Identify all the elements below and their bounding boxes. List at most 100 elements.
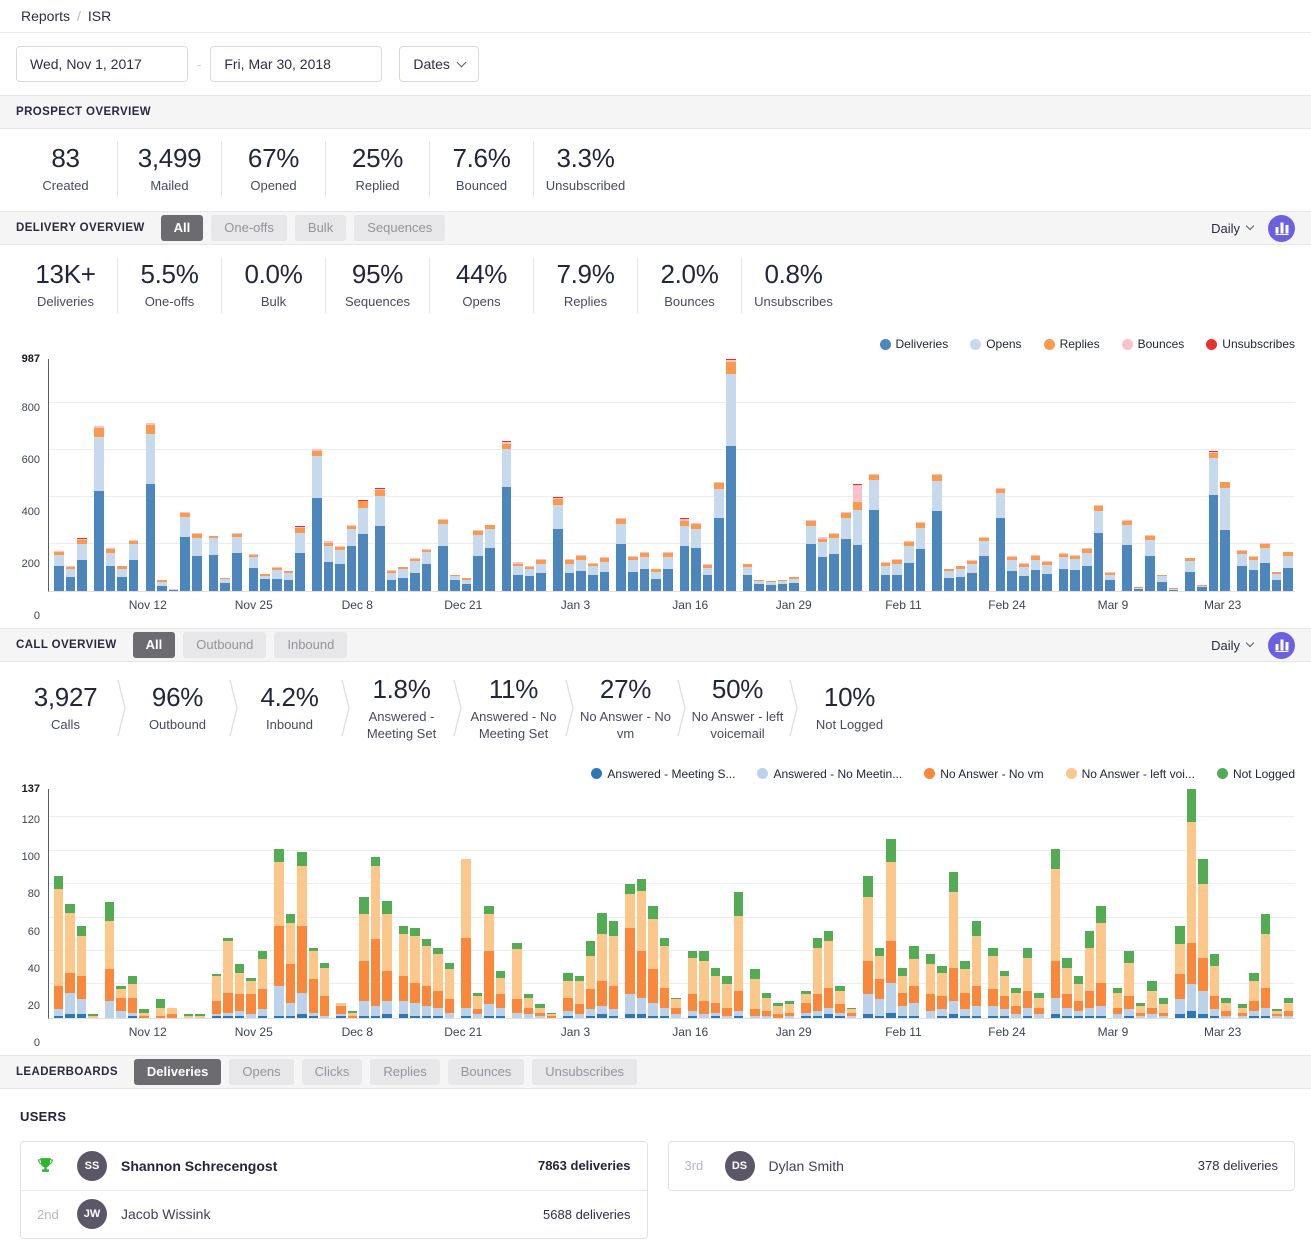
stacked-bar[interactable] (1011, 789, 1020, 1018)
leaderboard-tab-clicks[interactable]: Clicks (302, 1059, 363, 1085)
stacked-bar[interactable] (1283, 359, 1293, 591)
stacked-bar[interactable] (648, 789, 657, 1018)
stacked-bar[interactable] (502, 359, 512, 591)
stacked-bar[interactable] (1096, 789, 1105, 1018)
stacked-bar[interactable] (714, 359, 724, 591)
stacked-bar[interactable] (156, 789, 165, 1018)
stacked-bar[interactable] (223, 789, 232, 1018)
leaderboard-row-dylan-smith[interactable]: 3rdDSDylan Smith378 deliveries (669, 1142, 1295, 1190)
stacked-bar[interactable] (1147, 789, 1156, 1018)
stacked-bar[interactable] (410, 789, 419, 1018)
stacked-bar[interactable] (66, 359, 76, 591)
end-date-input[interactable] (210, 46, 382, 82)
stacked-bar[interactable] (1031, 359, 1041, 591)
stacked-bar[interactable] (600, 359, 610, 591)
stacked-bar[interactable] (336, 789, 345, 1018)
stacked-bar[interactable] (320, 789, 329, 1018)
stacked-bar[interactable] (309, 789, 318, 1018)
delivery-chart-type-button[interactable] (1268, 215, 1295, 242)
stacked-bar[interactable] (347, 359, 357, 591)
stacked-bar[interactable] (1187, 789, 1196, 1018)
stacked-bar[interactable] (167, 789, 176, 1018)
start-date-input[interactable] (16, 46, 188, 82)
stacked-bar[interactable] (956, 359, 966, 591)
stacked-bar[interactable] (565, 359, 575, 591)
stacked-bar[interactable] (1105, 359, 1115, 591)
stacked-bar[interactable] (1237, 359, 1247, 591)
stacked-bar[interactable] (1197, 359, 1207, 591)
stacked-bar[interactable] (220, 359, 230, 591)
leaderboard-row-shannon-schrecengost[interactable]: SSShannon Schrecengost7863 deliveries (21, 1142, 647, 1190)
stacked-bar[interactable] (586, 789, 595, 1018)
delivery-legend-deliveries[interactable]: Deliveries (880, 337, 949, 351)
stacked-bar[interactable] (886, 789, 895, 1018)
stacked-bar[interactable] (398, 359, 408, 591)
call-legend-no-answer-left-voi[interactable]: No Answer - left voi... (1066, 767, 1195, 781)
stacked-bar[interactable] (773, 789, 782, 1018)
stacked-bar[interactable] (1261, 789, 1270, 1018)
leaderboard-tab-deliveries[interactable]: Deliveries (134, 1059, 221, 1085)
stacked-bar[interactable] (1007, 359, 1017, 591)
stacked-bar[interactable] (129, 359, 139, 591)
stacked-bar[interactable] (996, 359, 1006, 591)
stacked-bar[interactable] (778, 359, 788, 591)
delivery-tab-sequences[interactable]: Sequences (354, 215, 445, 241)
stacked-bar[interactable] (65, 789, 74, 1018)
delivery-tab-all[interactable]: All (161, 215, 204, 241)
stacked-bar[interactable] (869, 359, 879, 591)
stacked-bar[interactable] (762, 789, 771, 1018)
stacked-bar[interactable] (157, 359, 167, 591)
call-chart-type-button[interactable] (1268, 632, 1295, 659)
stacked-bar[interactable] (863, 789, 872, 1018)
stacked-bar[interactable] (1272, 789, 1281, 1018)
stacked-bar[interactable] (671, 789, 680, 1018)
stacked-bar[interactable] (88, 789, 97, 1018)
stacked-bar[interactable] (575, 789, 584, 1018)
stacked-bar[interactable] (660, 789, 669, 1018)
stacked-bar[interactable] (881, 359, 891, 591)
stacked-bar[interactable] (77, 359, 87, 591)
stacked-bar[interactable] (1000, 789, 1009, 1018)
stacked-bar[interactable] (853, 359, 863, 591)
stacked-bar[interactable] (295, 359, 305, 591)
leaderboard-tab-bounces[interactable]: Bounces (448, 1059, 525, 1085)
delivery-legend-opens[interactable]: Opens (970, 337, 1021, 351)
stacked-bar[interactable] (949, 789, 958, 1018)
stacked-bar[interactable] (892, 359, 902, 591)
call-legend-answered-meeting-s[interactable]: Answered - Meeting S... (591, 767, 735, 781)
stacked-bar[interactable] (484, 789, 493, 1018)
stacked-bar[interactable] (496, 789, 505, 1018)
stacked-bar[interactable] (875, 789, 884, 1018)
stacked-bar[interactable] (438, 359, 448, 591)
delivery-interval-dropdown[interactable]: Daily (1211, 221, 1253, 236)
stacked-bar[interactable] (1249, 359, 1259, 591)
stacked-bar[interactable] (249, 359, 259, 591)
stacked-bar[interactable] (513, 359, 523, 591)
stacked-bar[interactable] (711, 789, 720, 1018)
stacked-bar[interactable] (387, 359, 397, 591)
stacked-bar[interactable] (960, 789, 969, 1018)
delivery-tab-one-offs[interactable]: One-offs (211, 215, 287, 241)
leaderboard-tab-replies[interactable]: Replies (370, 1059, 439, 1085)
stacked-bar[interactable] (616, 359, 626, 591)
stacked-bar[interactable] (445, 789, 454, 1018)
call-legend-no-answer-no-vm[interactable]: No Answer - No vm (924, 767, 1043, 781)
stacked-bar[interactable] (829, 359, 839, 591)
stacked-bar[interactable] (536, 359, 546, 591)
leaderboard-row-jacob-wissink[interactable]: 2ndJWJacob Wissink5688 deliveries (21, 1190, 647, 1238)
stacked-bar[interactable] (1051, 789, 1060, 1018)
stacked-bar[interactable] (54, 789, 63, 1018)
leaderboard-tab-opens[interactable]: Opens (229, 1059, 293, 1085)
stacked-bar[interactable] (628, 359, 638, 591)
stacked-bar[interactable] (988, 789, 997, 1018)
stacked-bar[interactable] (512, 789, 521, 1018)
stacked-bar[interactable] (1074, 789, 1083, 1018)
dates-dropdown-button[interactable]: Dates (399, 46, 479, 82)
stacked-bar[interactable] (909, 789, 918, 1018)
stacked-bar[interactable] (1094, 359, 1104, 591)
stacked-bar[interactable] (312, 359, 322, 591)
stacked-bar[interactable] (335, 359, 345, 591)
call-tab-all[interactable]: All (133, 632, 176, 658)
stacked-bar[interactable] (1070, 359, 1080, 591)
stacked-bar[interactable] (382, 789, 391, 1018)
